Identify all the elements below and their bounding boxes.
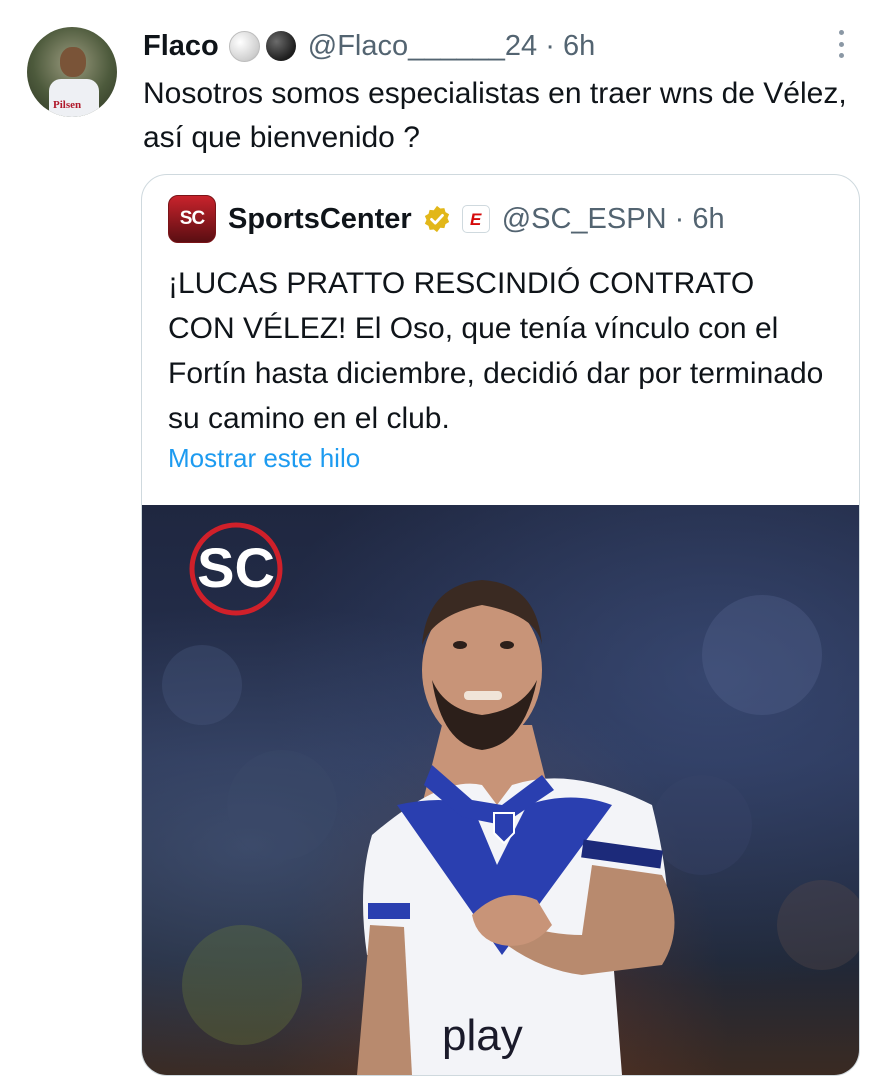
espn-affiliate-icon[interactable]: E: [461, 205, 490, 233]
quote-separator: ·: [674, 202, 685, 235]
verified-gold-badge-icon: [424, 205, 449, 233]
show-thread-link[interactable]: Mostrar este hilo: [168, 443, 360, 474]
author-handle[interactable]: @Flaco______24 · 6h: [308, 30, 595, 63]
quoted-tweet[interactable]: SC SportsCenter E @SC_ESPN · 6h ¡LUCAS P…: [141, 174, 860, 1076]
black-circle-icon: [265, 31, 296, 61]
quote-text: ¡LUCAS PRATTO RESCINDIÓ CONTRATO CON VÉL…: [168, 267, 824, 435]
avatar-face: [60, 47, 86, 77]
quote-avatar-text: SC: [179, 208, 205, 229]
quote-header: SC SportsCenter E @SC_ESPN · 6h: [168, 195, 725, 243]
avatar-jersey: [49, 79, 99, 117]
quote-author-handle[interactable]: @SC_ESPN · 6h: [502, 203, 725, 236]
separator: ·: [545, 29, 555, 62]
white-circle-icon: [228, 30, 260, 62]
sc-logo-text: SC: [197, 536, 275, 599]
tweet-time[interactable]: 6h: [563, 30, 595, 62]
quote-author-name[interactable]: SportsCenter: [228, 203, 412, 236]
tweet-header: Flaco @Flaco______24 · 6h: [143, 28, 595, 64]
quote-media-image[interactable]: play SC: [142, 505, 859, 1075]
tweet-text: Nosotros somos especialistas en traer wn…: [143, 77, 847, 154]
author-avatar[interactable]: Pilsen: [27, 27, 117, 117]
more-options-icon[interactable]: [836, 30, 846, 58]
quote-time[interactable]: 6h: [692, 203, 724, 235]
avatar-sponsor-text: Pilsen: [53, 99, 82, 111]
sportscenter-logo-icon: SC: [189, 522, 283, 616]
jersey-sponsor-text: play: [442, 1011, 523, 1060]
author-name[interactable]: Flaco: [143, 30, 219, 63]
quote-author-avatar[interactable]: SC: [168, 195, 216, 243]
